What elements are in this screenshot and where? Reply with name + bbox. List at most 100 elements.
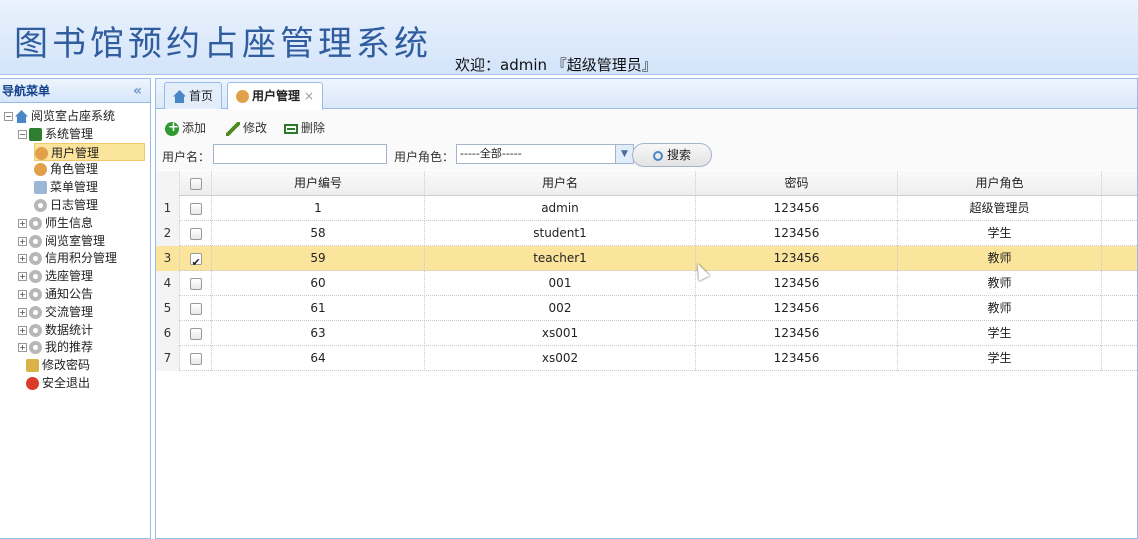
sidebar-item-label: 用户管理 bbox=[51, 145, 100, 160]
row-number: 1 bbox=[156, 196, 180, 221]
gear-icon bbox=[29, 288, 42, 301]
sidebar-item[interactable]: + 数据统计 bbox=[18, 321, 93, 339]
expand-icon[interactable]: + bbox=[18, 325, 27, 335]
gear-icon bbox=[29, 305, 42, 319]
table-row[interactable]: 7 64 xs002 123456 学生 bbox=[156, 346, 1137, 371]
checkbox-cell bbox=[180, 196, 212, 221]
username-label: 用户名： bbox=[162, 150, 211, 164]
row-number: 6 bbox=[156, 321, 180, 346]
add-button[interactable]: 添加 bbox=[165, 119, 206, 136]
expand-icon[interactable]: + bbox=[18, 307, 27, 317]
sidebar-item-label: 选座管理 bbox=[45, 269, 94, 284]
checkbox-cell bbox=[180, 346, 212, 371]
sidebar-item[interactable]: + 师生信息 bbox=[18, 214, 93, 232]
gear-icon bbox=[29, 216, 42, 230]
cell-pwd: 123456 bbox=[696, 246, 898, 271]
row-number: 3 bbox=[156, 246, 180, 271]
edit-label: 修改 bbox=[243, 121, 268, 135]
row-checkbox[interactable] bbox=[189, 277, 202, 290]
sidebar-item[interactable]: + 我的推荐 bbox=[18, 338, 93, 356]
cell-id: 61 bbox=[212, 296, 425, 321]
tab-user-management[interactable]: 用户管理 × bbox=[227, 82, 324, 110]
cell-name: admin bbox=[425, 196, 696, 221]
welcome-text: 欢迎：admin 『超级管理员』 bbox=[455, 56, 657, 74]
cell-pwd: 123456 bbox=[696, 196, 898, 221]
cell-role: 学生 bbox=[898, 346, 1102, 371]
expand-icon[interactable]: + bbox=[18, 343, 27, 353]
row-checkbox[interactable] bbox=[189, 327, 202, 340]
username-input[interactable] bbox=[213, 144, 387, 164]
key-icon bbox=[26, 359, 39, 373]
row-checkbox[interactable] bbox=[189, 227, 202, 240]
edit-button[interactable]: 修改 bbox=[226, 119, 267, 136]
cell-pwd: 123456 bbox=[696, 271, 898, 296]
sidebar-item[interactable]: 角色管理 bbox=[34, 160, 98, 178]
sidebar-item[interactable]: 菜单管理 bbox=[34, 178, 98, 196]
sidebar-item-label: 数据统计 bbox=[45, 322, 94, 337]
table-row[interactable]: 5 61 002 123456 教师 bbox=[156, 296, 1137, 321]
search-button[interactable]: 搜索 bbox=[632, 143, 712, 167]
cell-pwd: 123456 bbox=[696, 221, 898, 246]
expand-icon[interactable]: + bbox=[18, 254, 27, 264]
table-row[interactable]: 2 58 student1 123456 学生 bbox=[156, 221, 1137, 246]
table-row[interactable]: 3 59teacher1123456教师 bbox=[156, 246, 1137, 271]
cell-role: 超级管理员 bbox=[898, 196, 1102, 221]
sidebar-item[interactable]: 用户管理 bbox=[34, 142, 145, 161]
collapse-tree-icon[interactable]: − bbox=[18, 129, 27, 139]
sidebar-item[interactable]: + 通知公告 bbox=[18, 285, 93, 303]
row-checkbox[interactable] bbox=[189, 202, 202, 215]
sidebar-item-label: 日志管理 bbox=[50, 198, 99, 212]
sidebar-item[interactable]: + 信用积分管理 bbox=[18, 249, 117, 267]
sidebar-item[interactable]: 日志管理 bbox=[34, 196, 98, 214]
checkbox-cell bbox=[180, 246, 212, 271]
table-row[interactable]: 1 1 admin 123456 超级管理员 bbox=[156, 196, 1137, 221]
sidebar-item[interactable]: 修改密码 bbox=[26, 356, 90, 374]
sidebar-item[interactable]: − 系统管理 bbox=[18, 125, 93, 143]
row-checkbox[interactable] bbox=[189, 251, 202, 271]
role-label: 用户角色： bbox=[394, 150, 455, 164]
close-icon[interactable]: × bbox=[304, 89, 314, 103]
cell-name: 002 bbox=[425, 296, 696, 321]
row-checkbox[interactable] bbox=[189, 352, 202, 365]
table-header-row: 用户编号 用户名 密码 用户角色 bbox=[156, 171, 1137, 196]
row-checkbox[interactable] bbox=[189, 302, 202, 315]
tab-home[interactable]: 首页 bbox=[164, 82, 223, 109]
sidebar-item-label: 通知公告 bbox=[45, 287, 94, 301]
collapse-tree-icon[interactable]: − bbox=[4, 112, 13, 121]
tab-user-management-label: 用户管理 bbox=[252, 89, 301, 103]
cell-pwd: 123456 bbox=[696, 296, 898, 321]
sidebar-item[interactable]: + 阅览室管理 bbox=[18, 232, 105, 250]
cell-role: 学生 bbox=[898, 321, 1102, 346]
sidebar-item[interactable]: − 阅览室占座系统 bbox=[4, 107, 115, 125]
sidebar-item[interactable]: + 交流管理 bbox=[18, 303, 93, 321]
row-number: 5 bbox=[156, 296, 180, 321]
sidebar-item-label: 阅览室占座系统 bbox=[31, 109, 116, 123]
sidebar-item-label: 角色管理 bbox=[50, 162, 99, 177]
sidebar-item-label: 系统管理 bbox=[45, 126, 94, 141]
delete-button[interactable]: 删除 bbox=[284, 119, 325, 136]
checkbox-cell bbox=[180, 321, 212, 346]
cell-name: teacher1 bbox=[425, 246, 696, 271]
select-all-checkbox[interactable] bbox=[189, 177, 202, 190]
chevron-down-icon[interactable]: ▼ bbox=[615, 145, 633, 163]
role-select[interactable]: -----全部----- ▼ bbox=[456, 144, 634, 164]
user-group-icon bbox=[34, 163, 47, 177]
cell-pwd: 123456 bbox=[696, 321, 898, 346]
row-number bbox=[156, 171, 180, 196]
sidebar-item[interactable]: + 选座管理 bbox=[18, 267, 93, 285]
table-row[interactable]: 4 60 001 123456 教师 bbox=[156, 271, 1137, 296]
delete-icon bbox=[284, 123, 298, 134]
row-number: 2 bbox=[156, 221, 180, 246]
sidebar-item[interactable]: 安全退出 bbox=[26, 374, 90, 392]
search-icon bbox=[652, 150, 663, 161]
collapse-icon[interactable]: « bbox=[133, 79, 142, 103]
expand-icon[interactable]: + bbox=[18, 290, 27, 299]
column-header: 密码 bbox=[696, 171, 898, 196]
table-row[interactable]: 6 63 xs001 123456 学生 bbox=[156, 321, 1137, 346]
expand-icon[interactable]: + bbox=[18, 272, 27, 282]
column-header: 用户编号 bbox=[212, 171, 425, 196]
expand-icon[interactable]: + bbox=[18, 218, 27, 228]
checkbox-cell bbox=[180, 221, 212, 246]
expand-icon[interactable]: + bbox=[18, 236, 27, 246]
home-icon bbox=[173, 90, 186, 103]
